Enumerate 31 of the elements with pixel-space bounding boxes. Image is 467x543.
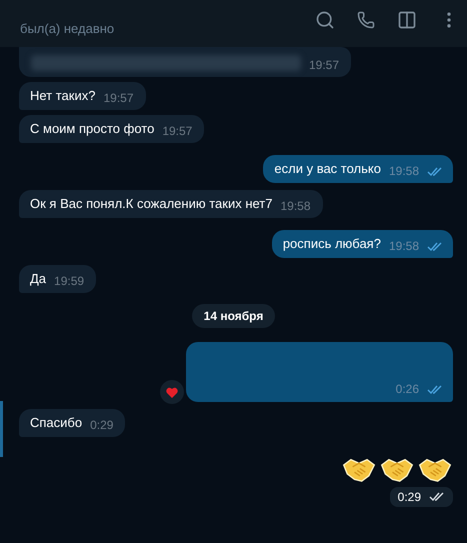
- message-time: 0:29: [90, 419, 114, 431]
- message-text: Спасибо: [30, 415, 82, 431]
- message-text: Да: [30, 271, 46, 287]
- handshake-icon: [417, 456, 453, 483]
- contact-status: был(а) недавно: [20, 20, 114, 38]
- message-text: С моим просто фото: [30, 121, 154, 137]
- heart-icon: [166, 386, 178, 398]
- double-check-icon: [427, 167, 443, 177]
- handshake-icon: [341, 456, 377, 483]
- message-time: 19:58: [388, 240, 419, 252]
- handshake-icon: [379, 456, 415, 483]
- message-time: 19:59: [54, 275, 84, 287]
- date-badge: 14 ноября: [192, 304, 276, 328]
- message-text: если у вас только: [274, 161, 381, 177]
- message-text: Ок я Вас понял.К сожалению таких нет7: [30, 196, 272, 212]
- sidebar-toggle-icon[interactable]: [397, 10, 417, 30]
- search-icon[interactable]: [315, 10, 335, 30]
- double-check-icon: [427, 385, 443, 395]
- message-time: 19:57: [309, 59, 340, 71]
- message-time: 0:29: [398, 491, 421, 503]
- message-text: Нет таких?: [30, 88, 96, 104]
- message-time: 0:26: [396, 383, 419, 395]
- message-time: 19:58: [388, 165, 419, 177]
- heart-reaction[interactable]: [160, 380, 184, 404]
- phone-icon[interactable]: [357, 11, 375, 29]
- message-time: 19:58: [280, 200, 311, 212]
- message-time: 19:57: [162, 125, 192, 137]
- double-check-icon: [427, 242, 443, 252]
- double-check-icon: [429, 492, 445, 502]
- message-time: 19:57: [103, 92, 134, 104]
- message-text: роспись любая?: [282, 236, 381, 252]
